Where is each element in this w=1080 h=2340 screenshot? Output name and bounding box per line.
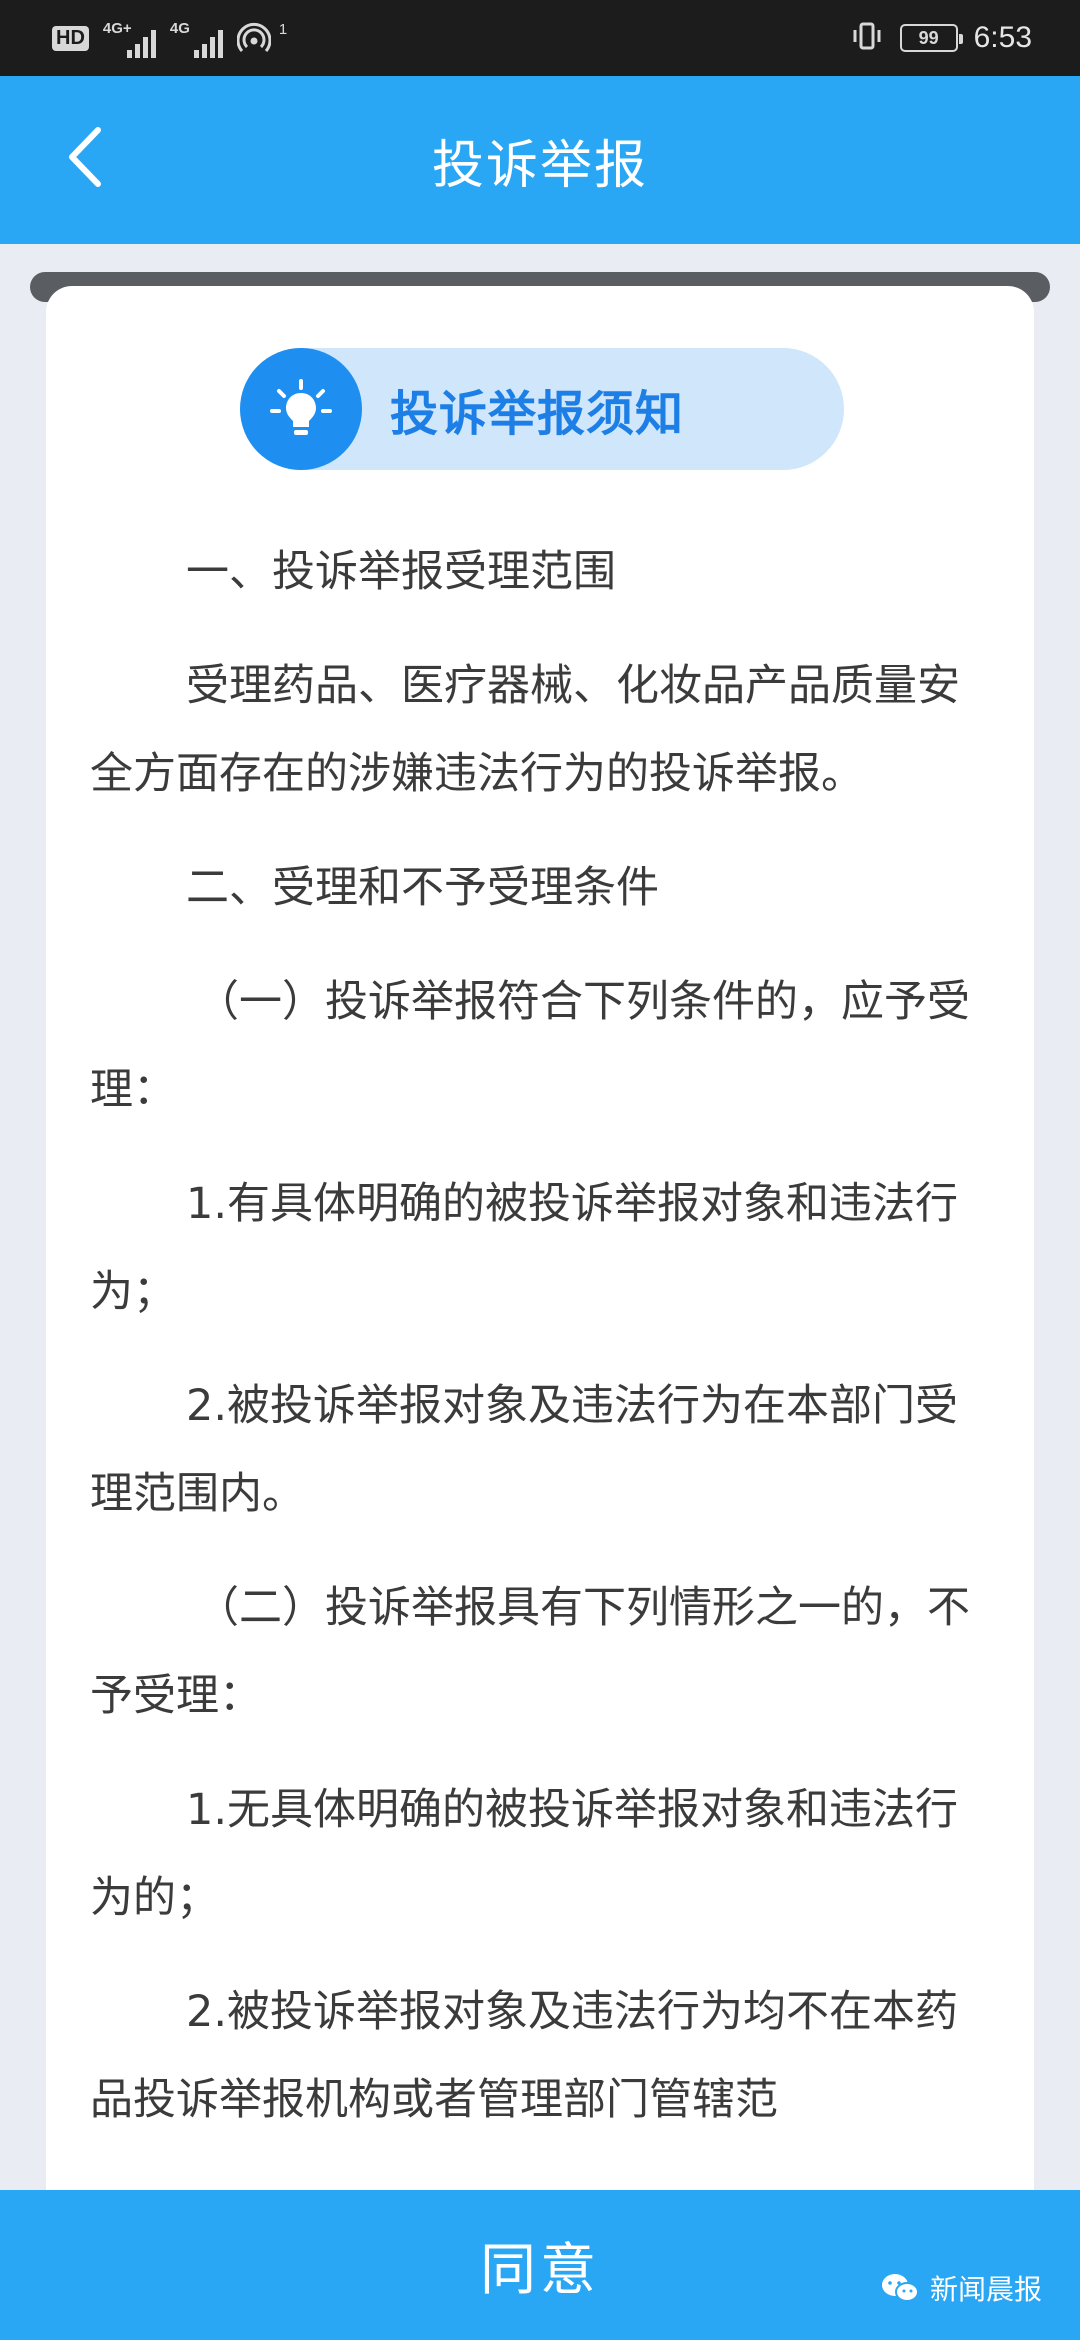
paragraph-scope: 受理药品、医疗器械、化妆品产品质量安全方面存在的涉嫌违法行为的投诉举报。 bbox=[90, 661, 960, 799]
status-bar: HD 4G+ 4G 1 99 6:53 bbox=[0, 0, 1080, 76]
network-signal-2: 4G bbox=[170, 18, 223, 58]
battery-level: 99 bbox=[918, 27, 939, 48]
notice-banner: 投诉举报须知 bbox=[240, 348, 844, 470]
network-signal-1: 4G+ bbox=[103, 18, 156, 58]
section-heading-1: 一、投诉举报受理范围 bbox=[186, 547, 616, 597]
reject-item-1: 1.无具体明确的被投诉举报对象和违法行为的； bbox=[90, 1785, 959, 1923]
reject-item-2: 2.被投诉举报对象及违法行为均不在本药品投诉举报机构或者管理部门管辖范 bbox=[90, 1987, 959, 2125]
clock: 6:53 bbox=[973, 21, 1032, 54]
agree-button[interactable]: 同意 bbox=[0, 2190, 1080, 2340]
hotspot-count: 1 bbox=[278, 20, 288, 38]
vibrate-icon bbox=[850, 19, 884, 57]
signal-bars-icon bbox=[193, 28, 223, 58]
status-right: 99 6:53 bbox=[850, 0, 1032, 76]
status-left: HD 4G+ 4G 1 bbox=[52, 0, 287, 76]
subsection-accept: （一）投诉举报符合下列条件的，应予受理： bbox=[90, 977, 970, 1115]
page-title: 投诉举报 bbox=[431, 135, 648, 196]
accept-item-1: 1.有具体明确的被投诉举报对象和违法行为； bbox=[90, 1179, 959, 1317]
hd-badge: HD bbox=[52, 25, 89, 51]
hotspot-icon bbox=[236, 21, 271, 55]
notice-title: 投诉举报须知 bbox=[390, 386, 685, 442]
subsection-reject: （二）投诉举报具有下列情形之一的，不予受理： bbox=[90, 1583, 970, 1721]
wechat-icon bbox=[881, 2274, 919, 2302]
lightbulb-icon bbox=[240, 348, 362, 470]
network-label-2: 4G bbox=[169, 20, 190, 37]
section-heading-2: 二、受理和不予受理条件 bbox=[186, 863, 659, 913]
network-label-1: 4G+ bbox=[102, 20, 132, 37]
accept-item-2: 2.被投诉举报对象及违法行为在本部门受理范围内。 bbox=[90, 1381, 959, 1519]
content-card[interactable]: 投诉举报须知 一、投诉举报受理范围 受理药品、医疗器械、化妆品产品质量安全方面存… bbox=[46, 286, 1034, 2286]
chevron-left-icon bbox=[69, 127, 101, 187]
notice-body: 一、投诉举报受理范围 受理药品、医疗器械、化妆品产品质量安全方面存在的涉嫌违法行… bbox=[90, 528, 990, 2170]
app-header: 投诉举报 bbox=[0, 76, 1080, 244]
watermark: 新闻晨报 bbox=[880, 2268, 1042, 2308]
back-button[interactable] bbox=[40, 112, 130, 202]
battery-icon: 99 bbox=[899, 24, 963, 52]
watermark-text: 新闻晨报 bbox=[929, 2273, 1042, 2306]
